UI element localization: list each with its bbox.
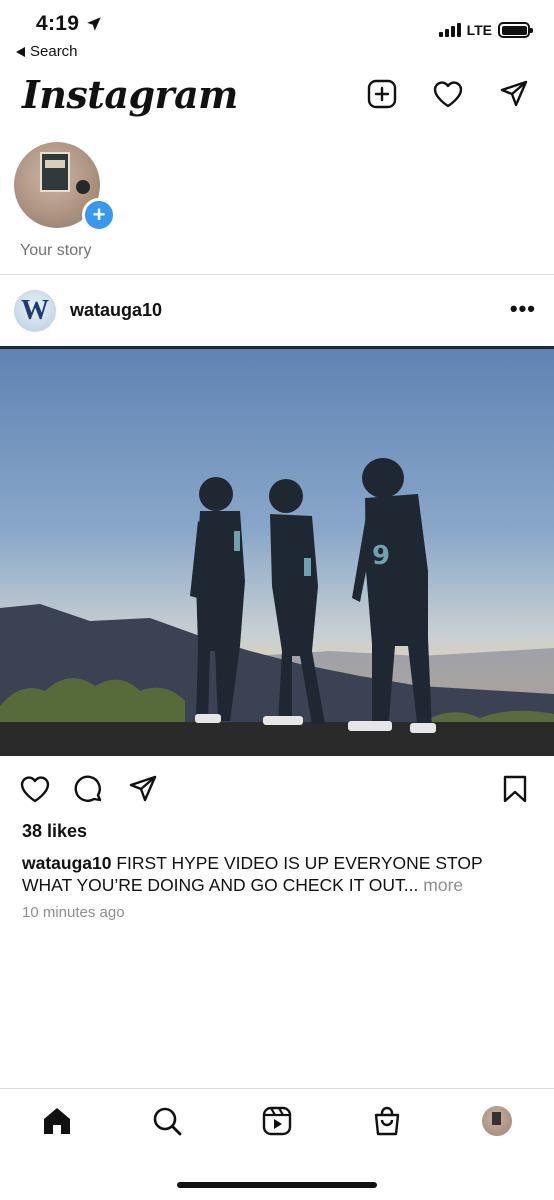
post-actions — [0, 770, 554, 810]
network-label: LTE — [466, 22, 492, 38]
battery-icon — [498, 22, 533, 38]
post-timestamp: 10 minutes ago — [22, 904, 125, 921]
app-header: Instagram — [0, 70, 554, 124]
bottom-nav-divider — [0, 1088, 554, 1089]
shop-icon[interactable] — [370, 1104, 404, 1138]
location-arrow-icon — [87, 17, 101, 31]
stories-tray: + Your story — [0, 138, 554, 274]
add-story-icon[interactable]: + — [82, 198, 116, 232]
comment-icon[interactable] — [72, 772, 106, 806]
status-indicators: LTE — [438, 22, 533, 38]
back-to-search-button[interactable]: Search — [16, 43, 78, 60]
bottom-nav — [0, 1100, 554, 1150]
post-photo[interactable]: 9 — [0, 346, 554, 756]
signal-icon — [438, 23, 461, 37]
caption-more-link[interactable]: more — [418, 875, 463, 895]
reels-icon[interactable] — [260, 1104, 294, 1138]
likes-count[interactable]: 38 likes — [22, 821, 87, 842]
svg-text:9: 9 — [372, 541, 390, 571]
bookmark-icon[interactable] — [498, 772, 532, 806]
clock-text: 4:19 — [36, 12, 80, 35]
more-options-icon[interactable]: ••• — [510, 298, 536, 320]
status-bar: 4:19 Search LTE — [0, 0, 554, 70]
like-heart-icon[interactable] — [18, 772, 52, 806]
home-icon[interactable] — [40, 1104, 74, 1138]
your-story[interactable]: + — [14, 142, 116, 232]
caption-username[interactable]: watauga10 — [22, 853, 111, 873]
post-caption: watauga10 FIRST HYPE VIDEO IS UP EVERYON… — [22, 852, 532, 896]
post-header: W watauga10 ••• — [0, 284, 554, 342]
back-search-label: Search — [30, 43, 78, 60]
direct-message-icon[interactable] — [498, 78, 530, 110]
avatar-letter: W — [21, 295, 49, 326]
profile-avatar[interactable] — [482, 1106, 512, 1136]
home-indicator[interactable] — [177, 1182, 377, 1188]
share-icon[interactable] — [126, 772, 160, 806]
stories-divider — [0, 274, 554, 275]
new-post-icon[interactable] — [366, 78, 398, 110]
instagram-logo[interactable]: Instagram — [22, 72, 238, 117]
header-actions — [366, 78, 530, 110]
post-author-avatar[interactable]: W — [14, 290, 56, 332]
back-triangle-icon — [16, 46, 25, 57]
heart-icon[interactable] — [432, 78, 464, 110]
post-username[interactable]: watauga10 — [70, 300, 162, 321]
search-icon[interactable] — [150, 1104, 184, 1138]
profile-icon[interactable] — [480, 1104, 514, 1138]
status-time: 4:19 — [36, 12, 103, 36]
story-label: Your story — [20, 242, 92, 259]
